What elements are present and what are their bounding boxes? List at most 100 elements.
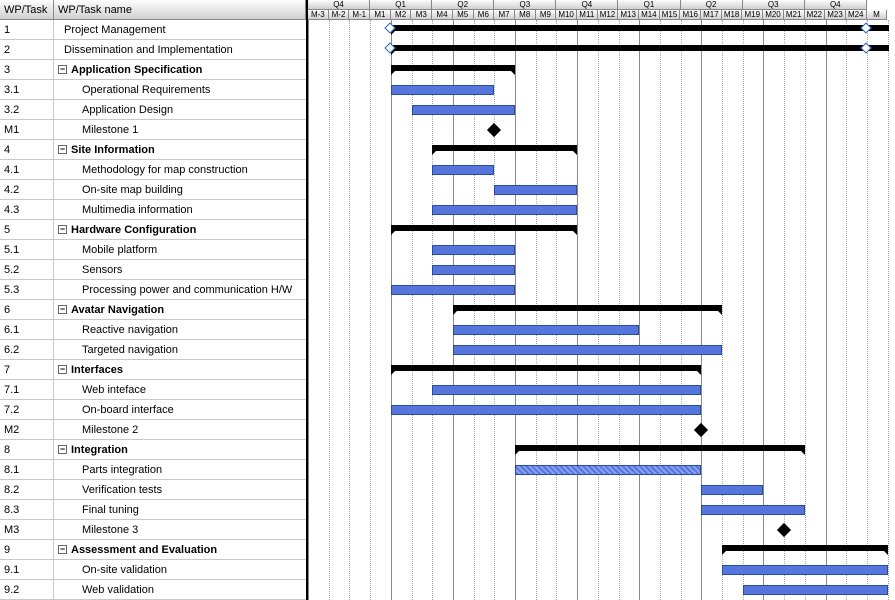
summary-bar[interactable] <box>432 145 577 151</box>
task-name-cell: Parts integration <box>54 460 306 479</box>
task-name: Dissemination and Implementation <box>64 44 233 56</box>
task-name-cell: Project Management <box>54 20 306 39</box>
task-name-cell: Dissemination and Implementation <box>54 40 306 59</box>
collapse-icon[interactable]: − <box>58 305 67 314</box>
task-bar[interactable] <box>515 465 701 475</box>
task-table: WP/Task WP/Task name 1Project Management… <box>0 0 308 600</box>
table-row[interactable]: 5.1Mobile platform <box>0 240 306 260</box>
table-row[interactable]: 3−Application Specification <box>0 60 306 80</box>
col-header-name[interactable]: WP/Task name <box>54 0 306 19</box>
month-header: M-3 <box>308 10 329 20</box>
task-bar[interactable] <box>391 285 515 295</box>
task-name-cell: On-site map building <box>54 180 306 199</box>
table-row[interactable]: 4.2On-site map building <box>0 180 306 200</box>
summary-bar[interactable] <box>515 445 805 451</box>
summary-bar[interactable] <box>722 545 888 551</box>
task-name: Avatar Navigation <box>71 304 164 316</box>
table-row[interactable]: 4.1Methodology for map construction <box>0 160 306 180</box>
table-row[interactable]: 1Project Management <box>0 20 306 40</box>
summary-bar[interactable] <box>391 225 577 231</box>
task-id: 9.2 <box>0 580 54 599</box>
table-row[interactable]: 7.2On-board interface <box>0 400 306 420</box>
table-row[interactable]: 8.1Parts integration <box>0 460 306 480</box>
task-bar[interactable] <box>722 565 888 575</box>
month-header: M11 <box>577 10 598 20</box>
table-row[interactable]: M1Milestone 1 <box>0 120 306 140</box>
collapse-icon[interactable]: − <box>58 65 67 74</box>
quarter-header: Q1 <box>370 0 432 10</box>
milestone-diamond[interactable] <box>487 123 501 137</box>
task-bar[interactable] <box>743 585 888 595</box>
task-name-cell: Multimedia information <box>54 200 306 219</box>
table-row[interactable]: 4.3Multimedia information <box>0 200 306 220</box>
summary-bar[interactable] <box>453 305 722 311</box>
table-row[interactable]: 9.2Web validation <box>0 580 306 600</box>
task-bar[interactable] <box>432 165 494 175</box>
table-row[interactable]: 8.3Final tuning <box>0 500 306 520</box>
task-name: Site Information <box>71 144 155 156</box>
summary-bar[interactable] <box>391 365 702 371</box>
month-header: M13 <box>618 10 639 20</box>
task-bar[interactable] <box>701 505 805 515</box>
table-row[interactable]: 3.1Operational Requirements <box>0 80 306 100</box>
grid-line <box>391 20 392 600</box>
milestone-diamond[interactable] <box>777 523 791 537</box>
task-bar[interactable] <box>391 405 702 415</box>
task-name-cell: −Assessment and Evaluation <box>54 540 306 559</box>
task-name-cell: Operational Requirements <box>54 80 306 99</box>
milestone-diamond[interactable] <box>694 423 708 437</box>
collapse-icon[interactable]: − <box>58 225 67 234</box>
task-name: Milestone 2 <box>82 424 138 436</box>
table-row[interactable]: 5−Hardware Configuration <box>0 220 306 240</box>
task-bar[interactable] <box>453 325 639 335</box>
task-id: 5 <box>0 220 54 239</box>
table-row[interactable]: 9−Assessment and Evaluation <box>0 540 306 560</box>
task-bar[interactable] <box>391 85 495 95</box>
task-bar[interactable] <box>453 345 722 355</box>
task-id: M2 <box>0 420 54 439</box>
gantt-app: WP/Task WP/Task name 1Project Management… <box>0 0 895 600</box>
table-row[interactable]: 6.1Reactive navigation <box>0 320 306 340</box>
quarter-header: Q4 <box>308 0 370 10</box>
table-row[interactable]: M3Milestone 3 <box>0 520 306 540</box>
month-header: M2 <box>391 10 412 20</box>
table-row[interactable]: 3.2Application Design <box>0 100 306 120</box>
table-row[interactable]: 6.2Targeted navigation <box>0 340 306 360</box>
table-row[interactable]: 4−Site Information <box>0 140 306 160</box>
table-row[interactable]: 9.1On-site validation <box>0 560 306 580</box>
task-name: Multimedia information <box>82 204 193 216</box>
task-bar[interactable] <box>494 185 577 195</box>
table-row[interactable]: 2Dissemination and Implementation <box>0 40 306 60</box>
month-header: M16 <box>680 10 701 20</box>
task-bar[interactable] <box>432 245 515 255</box>
collapse-icon[interactable]: − <box>58 445 67 454</box>
table-row[interactable]: 8−Integration <box>0 440 306 460</box>
collapse-icon[interactable]: − <box>58 145 67 154</box>
gantt-chart[interactable]: Q4Q1Q2Q3Q4Q1Q2Q3Q4M-3M-2M-1M1M2M3M4M5M6M… <box>308 0 895 600</box>
summary-bar[interactable] <box>391 45 888 51</box>
task-bar[interactable] <box>432 385 701 395</box>
table-row[interactable]: 7−Interfaces <box>0 360 306 380</box>
table-row[interactable]: 7.1Web inteface <box>0 380 306 400</box>
task-bar[interactable] <box>412 105 516 115</box>
task-id: 7 <box>0 360 54 379</box>
table-row[interactable]: 8.2Verification tests <box>0 480 306 500</box>
grid-line <box>308 20 309 600</box>
quarter-header: Q2 <box>681 0 743 10</box>
summary-bar[interactable] <box>391 25 888 31</box>
month-header: M21 <box>784 10 805 20</box>
month-header: M15 <box>660 10 681 20</box>
task-bar[interactable] <box>432 265 515 275</box>
collapse-icon[interactable]: − <box>58 545 67 554</box>
table-row[interactable]: M2 Milestone 2 <box>0 420 306 440</box>
table-row[interactable]: 5.2Sensors <box>0 260 306 280</box>
summary-bar[interactable] <box>391 65 515 71</box>
table-row[interactable]: 5.3Processing power and communication H/… <box>0 280 306 300</box>
task-bar[interactable] <box>701 485 763 495</box>
collapse-icon[interactable]: − <box>58 365 67 374</box>
chart-area[interactable] <box>308 20 895 600</box>
task-bar[interactable] <box>432 205 577 215</box>
table-row[interactable]: 6−Avatar Navigation <box>0 300 306 320</box>
col-header-id[interactable]: WP/Task <box>0 0 54 19</box>
task-name: Operational Requirements <box>82 84 210 96</box>
